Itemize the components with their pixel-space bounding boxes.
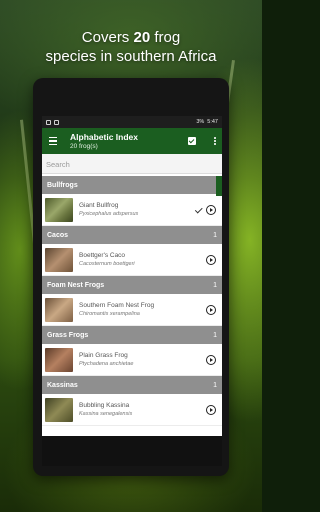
headline-line-1: Covers 20 frog (0, 28, 262, 47)
play-call-icon[interactable] (206, 354, 216, 365)
frog-thumbnail (45, 397, 73, 422)
section-count: 1 (213, 281, 217, 289)
system-nav-bar (42, 436, 222, 466)
section-count: 1 (213, 331, 217, 339)
list-item[interactable]: Boettger's Caco Cacosternum boettgeri (42, 244, 222, 276)
frog-scientific-name: Chiromantis xerampelina (79, 311, 140, 317)
status-bar: 3% 5:47 (42, 116, 222, 128)
headline-count: 20 (133, 29, 151, 46)
app-bar: Alphabetic Index 20 frog(s) (42, 128, 222, 154)
section-title: Cacos (47, 231, 69, 239)
page-title: Alphabetic Index (70, 131, 139, 142)
headline-line-2: species in southern Africa (45, 48, 217, 65)
promo-headline: Covers 20 frog species in southern Afric… (0, 28, 262, 66)
section-count: 1 (213, 231, 217, 239)
frog-scientific-name: Cacosternum boettgeri (79, 261, 135, 267)
headline-text: Covers (81, 29, 134, 46)
checked-icon (194, 206, 202, 214)
section-title: Grass Frogs (47, 331, 89, 339)
frog-list: Bullfrogs Giant Bullfrog Pyxicephalus ad… (42, 176, 222, 426)
checkbox-filter-icon[interactable] (188, 137, 196, 145)
search-bar (42, 154, 222, 174)
fast-scroll-thumb[interactable] (216, 176, 222, 196)
list-item[interactable]: Southern Foam Nest Frog Chiromantis xera… (42, 294, 222, 326)
battery-percent: 3% (196, 119, 205, 125)
section-header-cacos: Cacos 1 (42, 226, 222, 244)
frog-name: Plain Grass Frog (79, 352, 128, 359)
section-title: Bullfrogs (47, 181, 78, 189)
frog-scientific-name: Ptychadena anchietae (79, 361, 134, 367)
frog-scientific-name: Pyxicephalus adspersus (79, 211, 139, 217)
section-header-foam-nest-frogs: Foam Nest Frogs 1 (42, 276, 222, 294)
frog-name: Giant Bullfrog (79, 202, 119, 209)
hamburger-menu-icon[interactable] (42, 128, 64, 154)
section-title: Foam Nest Frogs (47, 281, 105, 289)
list-item[interactable]: Plain Grass Frog Ptychadena anchietae (42, 344, 222, 376)
section-header-bullfrogs: Bullfrogs (42, 176, 222, 194)
play-call-icon[interactable] (206, 254, 216, 265)
list-item[interactable]: Bubbling Kassina Kassina senegalensis (42, 394, 222, 426)
frog-thumbnail (45, 197, 73, 222)
frog-scientific-name: Kassina senegalensis (79, 411, 133, 417)
notification-icon (54, 119, 59, 125)
play-call-icon[interactable] (206, 204, 216, 215)
play-call-icon[interactable] (206, 304, 216, 315)
section-header-grass-frogs: Grass Frogs 1 (42, 326, 222, 344)
frog-name: Bubbling Kassina (79, 402, 130, 409)
search-input[interactable] (42, 155, 222, 174)
frog-name: Boettger's Caco (79, 252, 126, 259)
frog-thumbnail (45, 347, 73, 372)
frog-thumbnail (45, 247, 73, 272)
frog-name: Southern Foam Nest Frog (79, 302, 155, 309)
section-count: 1 (213, 381, 217, 389)
clock: 5:47 (207, 119, 218, 125)
notification-icon (46, 119, 51, 125)
headline-text: frog (150, 29, 181, 46)
section-title: Kassinas (47, 381, 78, 389)
list-item[interactable]: Giant Bullfrog Pyxicephalus adspersus (42, 194, 222, 226)
frog-thumbnail (45, 297, 73, 322)
more-options-icon[interactable] (208, 137, 222, 145)
play-call-icon[interactable] (206, 404, 216, 415)
frog-count: 20 frog(s) (70, 142, 98, 150)
section-header-kassinas: Kassinas 1 (42, 376, 222, 394)
